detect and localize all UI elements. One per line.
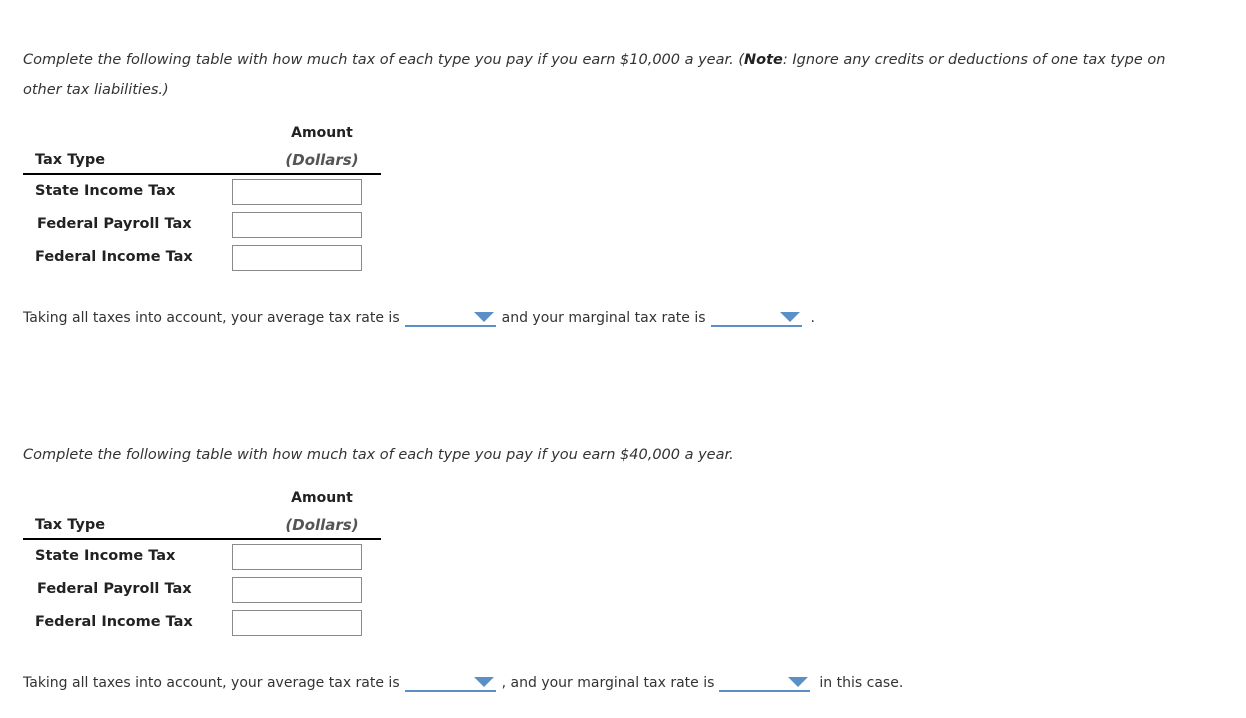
dropdown-caret-icon (779, 312, 800, 322)
federal-income-tax-input[interactable] (232, 245, 362, 271)
column-header-dollars: (Dollars) (285, 516, 359, 534)
note-label: Note (744, 52, 783, 68)
column-header-amount: Amount (291, 125, 353, 141)
row-label-federal-payroll-tax: Federal Payroll Tax (37, 216, 192, 232)
column-header-amount: Amount (291, 490, 353, 506)
state-income-tax-input[interactable] (232, 179, 362, 205)
federal-payroll-tax-input[interactable] (232, 577, 362, 603)
average-tax-rate-dropdown[interactable] (404, 309, 496, 327)
header-divider (23, 173, 381, 175)
row-label-federal-income-tax: Federal Income Tax (35, 614, 193, 630)
row-label-federal-income-tax: Federal Income Tax (35, 249, 193, 265)
dropdown-caret-icon (788, 677, 809, 687)
row-label-state-income-tax: State Income Tax (35, 548, 176, 564)
marginal-tax-rate-dropdown[interactable] (710, 309, 802, 327)
column-header-tax-type: Tax Type (35, 517, 106, 533)
question-prompt-10000: Complete the following table with how mu… (23, 52, 1166, 98)
row-label-federal-payroll-tax: Federal Payroll Tax (37, 581, 192, 597)
row-label-state-income-tax: State Income Tax (35, 183, 176, 199)
rate-sentence-40000: Taking all taxes into account, your aver… (23, 674, 904, 692)
state-income-tax-input[interactable] (232, 544, 362, 570)
federal-income-tax-input[interactable] (232, 610, 362, 636)
question-prompt-40000: Complete the following table with how mu… (23, 447, 734, 463)
header-divider (23, 538, 381, 540)
dropdown-caret-icon (473, 677, 494, 687)
federal-payroll-tax-input[interactable] (232, 212, 362, 238)
marginal-tax-rate-dropdown[interactable] (719, 674, 811, 692)
column-header-tax-type: Tax Type (35, 152, 106, 168)
rate-sentence-10000: Taking all taxes into account, your aver… (23, 309, 815, 327)
column-header-dollars: (Dollars) (285, 151, 359, 169)
average-tax-rate-dropdown[interactable] (404, 674, 496, 692)
dropdown-caret-icon (473, 312, 494, 322)
